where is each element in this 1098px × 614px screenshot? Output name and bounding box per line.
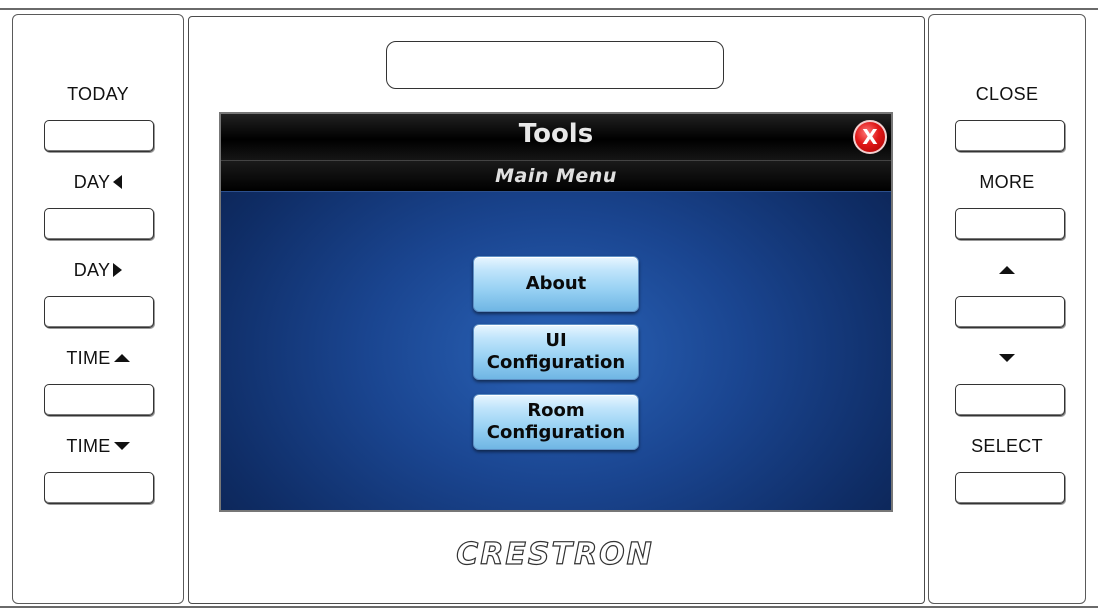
close-icon[interactable]: X (853, 120, 887, 154)
touch-screen: Tools X Main Menu About UI Configuration… (219, 112, 893, 512)
right-triangle-icon (113, 263, 123, 277)
frame-top-line (0, 8, 1098, 10)
day-forward-label: DAY (13, 258, 183, 282)
select-label: SELECT (971, 435, 1043, 456)
frame-bottom-line (0, 606, 1098, 608)
time-down-button[interactable] (44, 472, 154, 504)
up-triangle-icon (113, 354, 130, 362)
more-label: MORE (979, 171, 1035, 192)
screen-subtitle: Main Menu (495, 165, 617, 187)
close-label: CLOSE (975, 83, 1039, 104)
about-button[interactable]: About (473, 256, 639, 312)
left-button-panel: TODAY DAY DAY TIME TIME (12, 14, 184, 604)
down-button[interactable] (955, 384, 1065, 416)
up-label (929, 258, 1085, 282)
subtitle-bar: Main Menu (221, 160, 891, 192)
today-button[interactable] (44, 120, 154, 152)
down-triangle-icon (999, 354, 1015, 362)
up-button[interactable] (955, 296, 1065, 328)
crestron-logo: CRESTRON (456, 536, 654, 572)
room-configuration-button[interactable]: Room Configuration (473, 394, 639, 450)
left-triangle-icon (113, 175, 123, 189)
time-down-label: TIME (13, 434, 183, 458)
day-back-label: DAY (13, 170, 183, 194)
title-bar: Tools X (221, 114, 891, 160)
select-button[interactable] (955, 472, 1065, 504)
day-back-button[interactable] (44, 208, 154, 240)
screen-title: Tools (518, 119, 594, 149)
ui-configuration-button[interactable]: UI Configuration (473, 324, 639, 380)
up-triangle-icon (999, 266, 1015, 274)
down-triangle-icon (113, 442, 130, 450)
day-forward-button[interactable] (44, 296, 154, 328)
time-up-button[interactable] (44, 384, 154, 416)
time-up-label: TIME (13, 346, 183, 370)
close-button[interactable] (955, 120, 1065, 152)
today-label: TODAY (67, 83, 129, 104)
down-label (929, 346, 1085, 370)
right-button-panel: CLOSE MORE SELECT (928, 14, 1086, 604)
more-button[interactable] (955, 208, 1065, 240)
ir-window (386, 41, 724, 89)
